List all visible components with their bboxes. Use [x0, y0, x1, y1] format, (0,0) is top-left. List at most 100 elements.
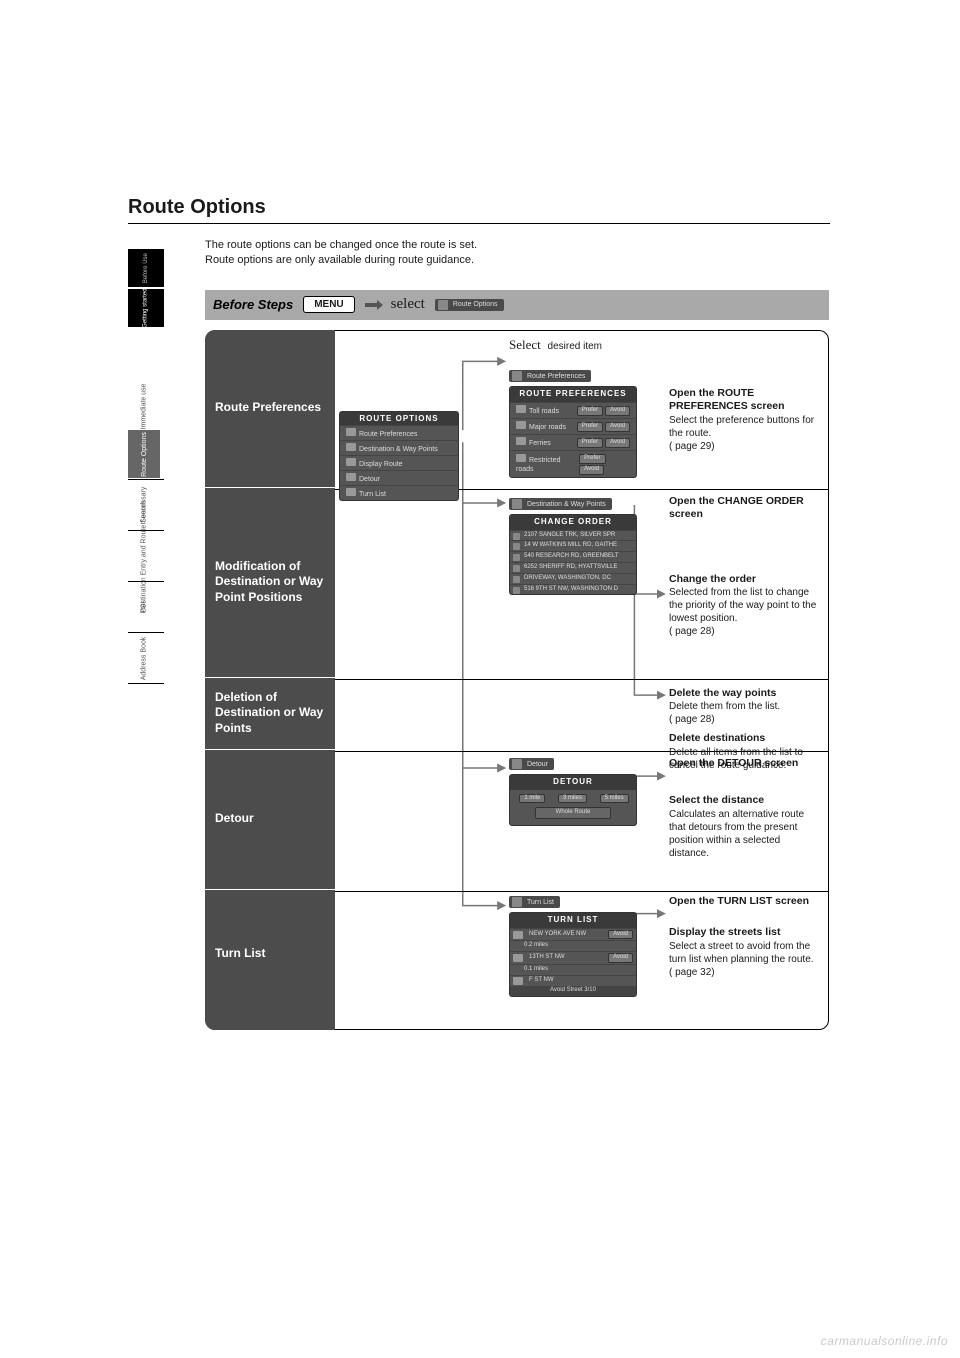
intro-line: The route options can be changed once th…	[205, 239, 477, 251]
intro-line: Route options are only available during …	[205, 254, 474, 266]
toll-icon	[516, 405, 526, 413]
shot-title: CHANGE ORDER	[510, 515, 636, 529]
page-ref: ( page 32)	[669, 966, 821, 979]
prefer-button[interactable]: Prefer	[577, 406, 603, 416]
page-ref: ( page 28)	[669, 713, 821, 726]
sub-title: Delete the way points	[669, 687, 821, 701]
body-column: ROUTE OPTIONS Route Preferences Destinat…	[335, 330, 829, 1030]
prefer-button[interactable]: Prefer	[577, 422, 603, 432]
detour-3miles-button[interactable]: 3 miles	[558, 794, 587, 804]
before-steps-label: Before Steps	[213, 297, 293, 312]
divider	[128, 683, 164, 684]
turnlist-text: Open the TURN LIST screen Display the st…	[669, 895, 821, 979]
turn-icon	[513, 977, 523, 985]
detour-buttons: 1 mile 3 miles 5 miles	[510, 790, 636, 806]
change-order-screenshot: CHANGE ORDER 2107 SANGLE TRK, SILVER SPR…	[509, 514, 637, 595]
detour-chip-block: Detour DETOUR 1 mile 3 miles 5 miles Who…	[509, 757, 659, 827]
detour-5miles-button[interactable]: 5 miles	[600, 794, 629, 804]
shot-title: DETOUR	[510, 775, 636, 789]
watermark: carmanualsonline.info	[821, 1334, 948, 1348]
labels-column: Route Preferences Modification of Destin…	[205, 330, 335, 1030]
side-item: Destination Entry and Route Search	[128, 532, 160, 580]
expl-text: Calculates an alternative route that det…	[669, 808, 821, 860]
side-item-active: Route Options	[128, 430, 160, 478]
shot-title: ROUTE PREFERENCES	[510, 387, 636, 401]
avoid-button[interactable]: Avoid	[608, 930, 633, 940]
tab-before-use: Before Use	[128, 249, 164, 287]
divider	[128, 479, 164, 480]
block-title: Open the ROUTE PREFERENCES screen	[669, 387, 821, 414]
shot-row[interactable]: Detour	[340, 470, 458, 485]
turn-icon	[513, 954, 523, 962]
shot-title: TURN LIST	[510, 913, 636, 927]
shot-row: Restricted roadsPreferAvoid	[510, 450, 636, 477]
avoid-button[interactable]: Avoid	[605, 438, 630, 448]
list-item[interactable]: 2107 SANGLE TRK, SILVER SPR	[510, 530, 636, 541]
ferry-icon	[516, 437, 526, 445]
label-deletion: Deletion of Destination or Way Points	[205, 678, 335, 750]
avoid-button[interactable]: Avoid	[605, 422, 630, 432]
route-options-screenshot: ROUTE OPTIONS Route Preferences Destinat…	[339, 411, 459, 501]
dest-waypoints-chip[interactable]: Destination & Way Points	[509, 498, 612, 510]
road-icon	[516, 421, 526, 429]
magnifier-icon	[346, 458, 356, 466]
turn-icon	[513, 931, 523, 939]
row-divider	[335, 679, 828, 680]
block-title: Open the CHANGE ORDER screen	[669, 495, 821, 522]
route-prefs-text: Open the ROUTE PREFERENCES screen Select…	[669, 387, 821, 453]
page-header: Route Options	[128, 196, 830, 236]
tool-icon	[346, 428, 356, 436]
page-ref: ( page 28)	[669, 625, 821, 638]
turnlist-row: NEW YORK AVE NW Avoid	[510, 928, 636, 941]
divider	[128, 632, 164, 633]
right-text: desired item	[548, 341, 602, 352]
expl-title: Select the distance	[669, 794, 821, 808]
turnlist-row: F ST NW	[510, 975, 636, 986]
dest-waypoints-chip-block: Destination & Way Points CHANGE ORDER 21…	[509, 497, 659, 596]
prefer-button[interactable]: Prefer	[577, 438, 603, 448]
avoid-button[interactable]: Avoid	[579, 465, 604, 475]
row-divider	[335, 891, 828, 892]
label-route-preferences: Route Preferences	[205, 330, 335, 488]
side-section-tabs: Immediate use Route Options If necessary…	[128, 382, 164, 685]
list-icon	[346, 488, 356, 496]
route-prefs-block: Select desired item	[509, 337, 819, 356]
turnlist-chip[interactable]: Turn List	[509, 896, 560, 908]
list-item[interactable]: 540 RESEARCH RD, GREENBELT	[510, 551, 636, 562]
arrow-icon	[365, 301, 381, 309]
shot-row[interactable]: Display Route	[340, 455, 458, 470]
detour-chip[interactable]: Detour	[509, 758, 554, 770]
detour-icon	[346, 473, 356, 481]
del-title: Delete destinations	[669, 732, 821, 746]
whole-route-button[interactable]: Whole Route	[535, 807, 611, 819]
list-item[interactable]: 14 W WATKINS MILL RD, GAITHE	[510, 540, 636, 551]
sub-text: Delete them from the list.	[669, 700, 821, 713]
menu-button[interactable]: MENU	[303, 296, 354, 313]
route-prefs-chip-block: Route Preferences ROUTE PREFERENCES Toll…	[509, 369, 659, 478]
shot-row[interactable]: Turn List	[340, 485, 458, 500]
turnlist-dist: 0.1 miles	[510, 964, 636, 975]
block-text: Select the preference buttons for the ro…	[669, 414, 821, 440]
list-item[interactable]: 516 9TH ST NW, WASHINGTON D	[510, 584, 636, 595]
route-options-chip[interactable]: Route Options	[435, 299, 504, 311]
shot-row: FerriesPreferAvoid	[510, 434, 636, 450]
shot-row[interactable]: Route Preferences	[340, 425, 458, 440]
turnlist-footer: Avoid Street 3/10	[510, 986, 636, 996]
detour-screenshot: DETOUR 1 mile 3 miles 5 miles Whole Rout…	[509, 774, 637, 826]
avoid-button[interactable]: Avoid	[605, 406, 630, 416]
tab-label: Getting started	[143, 288, 149, 327]
turnlist-row: 13TH ST NW Avoid	[510, 951, 636, 964]
avoid-button[interactable]: Avoid	[608, 953, 633, 963]
side-item: Immediate use	[128, 382, 160, 430]
tab-label: Before Use	[143, 253, 149, 283]
route-prefs-chip[interactable]: Route Preferences	[509, 370, 591, 382]
turnlist-screenshot: TURN LIST NEW YORK AVE NW Avoid 0.2 mile…	[509, 912, 637, 996]
list-item[interactable]: DRIVEWAY, WASHINGTON, DC	[510, 573, 636, 584]
before-steps-bar: Before Steps MENU select Route Options	[205, 290, 829, 320]
shot-title: ROUTE OPTIONS	[340, 412, 458, 425]
shot-row[interactable]: Destination & Way Points	[340, 440, 458, 455]
detour-1mile-button[interactable]: 1 mile	[519, 794, 545, 804]
expl-text: Select a street to avoid from the turn l…	[669, 940, 821, 966]
prefer-button[interactable]: Prefer	[579, 454, 605, 464]
list-item[interactable]: 6252 SHERIFF RD, HYATTSVILLE	[510, 562, 636, 573]
